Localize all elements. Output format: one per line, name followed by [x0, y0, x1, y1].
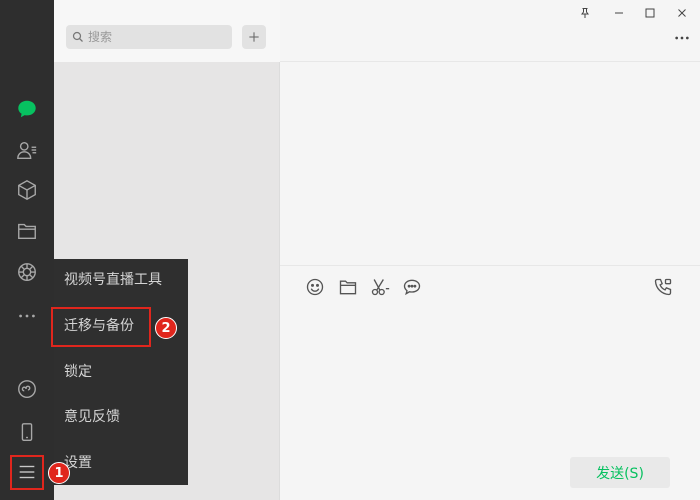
- file-icon[interactable]: [337, 276, 359, 298]
- emoji-icon[interactable]: [304, 276, 326, 298]
- chat-header: [280, 0, 700, 62]
- chat-area: 发送(S): [280, 0, 700, 500]
- step-badge-2: 2: [155, 317, 177, 339]
- settings-popup-menu: 视频号直播工具 迁移与备份 锁定 意见反馈 设置: [54, 259, 188, 485]
- plus-icon: [249, 32, 259, 42]
- menu-item-feedback[interactable]: 意见反馈: [54, 396, 188, 436]
- more-icon[interactable]: [13, 302, 41, 330]
- chat-history-icon[interactable]: [401, 276, 423, 298]
- call-icon[interactable]: [652, 276, 674, 298]
- pin-icon[interactable]: [577, 5, 593, 21]
- search-icon: [72, 31, 83, 42]
- chat-icon[interactable]: [13, 95, 41, 123]
- maximize-icon[interactable]: [642, 5, 658, 21]
- screenshot-icon[interactable]: [369, 276, 391, 298]
- mini-program-icon[interactable]: [13, 375, 41, 403]
- search-box[interactable]: [66, 25, 232, 49]
- contacts-icon[interactable]: [13, 136, 41, 164]
- step-badge-1: 1: [48, 462, 70, 484]
- add-button[interactable]: [242, 25, 266, 49]
- chat-more-icon[interactable]: [672, 30, 692, 46]
- search-input[interactable]: [88, 30, 218, 44]
- close-icon[interactable]: [674, 5, 690, 21]
- highlight-box-menu: [10, 455, 44, 490]
- phone-icon[interactable]: [13, 418, 41, 446]
- minimize-icon[interactable]: [611, 5, 627, 21]
- nav-sidebar: [0, 0, 54, 500]
- menu-item-lock[interactable]: 锁定: [54, 351, 188, 391]
- moments-icon[interactable]: [13, 258, 41, 286]
- box-icon[interactable]: [13, 176, 41, 204]
- menu-item-settings[interactable]: 设置: [54, 442, 188, 482]
- menu-item-live-tool[interactable]: 视频号直播工具: [54, 259, 188, 299]
- input-toolbar: [280, 265, 700, 307]
- highlight-box-migrate: [51, 307, 151, 347]
- folder-icon[interactable]: [13, 217, 41, 245]
- list-header: [54, 0, 280, 62]
- send-button[interactable]: 发送(S): [570, 457, 670, 488]
